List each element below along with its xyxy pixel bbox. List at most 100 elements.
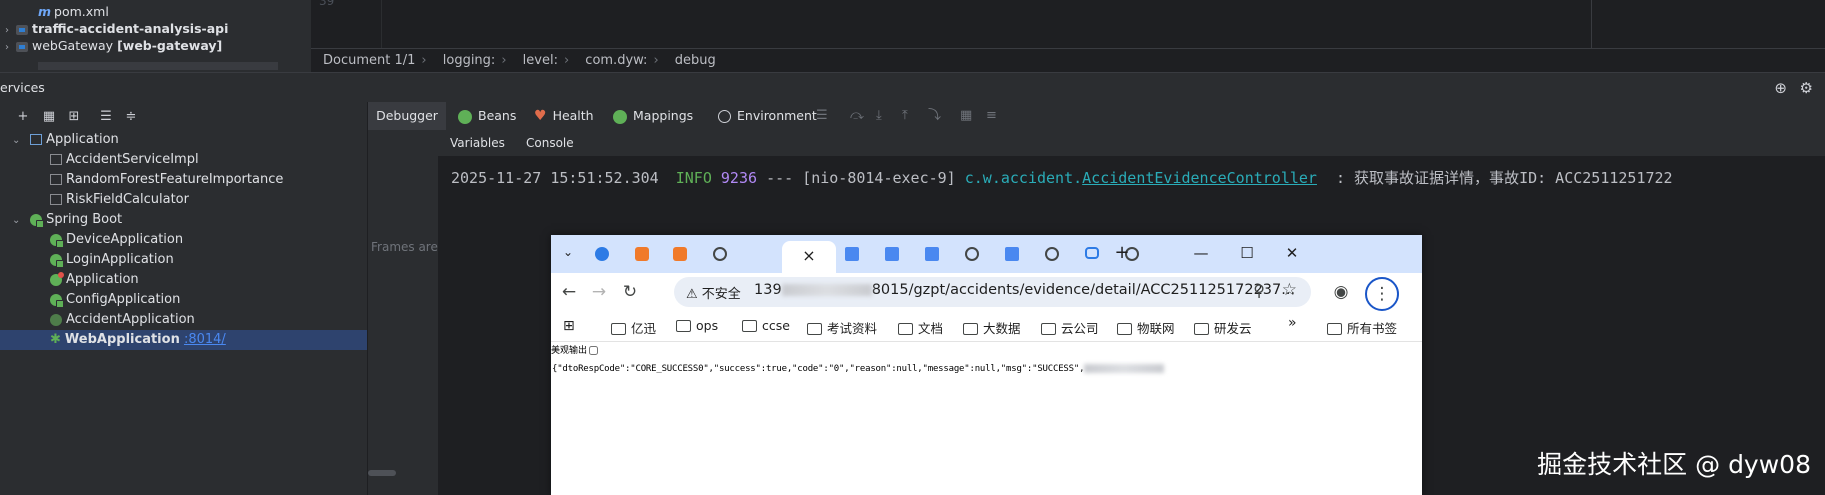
step-over-icon[interactable]: ⤼	[850, 102, 864, 130]
menu-kebab-icon[interactable]: ⋮	[1365, 277, 1399, 311]
tree-item-risk-field[interactable]: RiskFieldCalculator	[0, 190, 417, 210]
tab-debugger[interactable]: Debugger	[368, 102, 446, 132]
breadcrumb-item[interactable]: debug	[675, 53, 716, 68]
browser-tab[interactable]	[921, 243, 945, 265]
folder-icon	[1194, 322, 1209, 335]
minimize-button[interactable]: —	[1186, 241, 1216, 265]
reload-button[interactable]: ↻	[619, 281, 641, 303]
spring-boot-icon	[50, 293, 64, 308]
tab-mappings[interactable]: Mappings	[613, 102, 693, 130]
browser-tab[interactable]	[709, 243, 733, 265]
more-bookmarks-button[interactable]: »	[1288, 315, 1297, 331]
bookmark-folder[interactable]: ccse	[742, 318, 790, 333]
tree-item-web-app-selected[interactable]: ✱ WebApplication :8014/	[0, 330, 367, 350]
controller-class-link[interactable]: AccidentEvidenceController	[1082, 169, 1317, 187]
folder-icon	[1327, 322, 1342, 335]
back-button[interactable]: ←	[558, 281, 580, 303]
breadcrumb-item[interactable]: logging:	[443, 53, 496, 68]
maximize-button[interactable]: ☐	[1232, 241, 1262, 265]
active-browser-tab[interactable]: ×	[782, 241, 836, 273]
tab-variables[interactable]: Variables	[450, 130, 505, 156]
tab-environment[interactable]: Environment	[718, 102, 817, 130]
pretty-print-checkbox[interactable]	[589, 346, 599, 355]
step-into-alt-icon[interactable]: ⤵	[928, 102, 941, 130]
bookmark-folder[interactable]: 云公司	[1041, 318, 1099, 337]
address-bar[interactable]: ⚠ 不安全 139 8015/gzpt/accidents/evidence/de…	[674, 277, 1311, 307]
profile-icon[interactable]: ◉	[1330, 281, 1352, 303]
expand-all-icon[interactable]: ☰	[98, 109, 114, 125]
tree-item-accident-app[interactable]: AccidentApplication	[0, 310, 417, 330]
browser-tab[interactable]	[669, 243, 693, 265]
new-group-icon[interactable]: ⊞	[66, 109, 82, 125]
close-tab-icon[interactable]: ×	[802, 246, 815, 265]
all-bookmarks-folder[interactable]: 所有书签	[1327, 318, 1397, 337]
breadcrumb-document[interactable]: Document 1/1	[323, 53, 415, 68]
folder-icon	[1117, 322, 1132, 335]
browser-tab[interactable]	[1041, 243, 1065, 265]
bookmark-folder[interactable]: 考试资料	[807, 318, 877, 337]
bookmark-folder[interactable]: 大数据	[963, 318, 1021, 337]
close-window-button[interactable]: ✕	[1277, 241, 1307, 265]
spring-boot-icon	[50, 233, 64, 248]
class-icon	[50, 194, 62, 205]
chevron-down-icon[interactable]: ⌄	[12, 211, 26, 231]
bookmark-folder[interactable]: 亿迅	[611, 318, 656, 337]
tree-group-spring-boot[interactable]: ⌄ Spring Boot	[0, 210, 367, 230]
settings-globe-icon[interactable]: ⊕	[1774, 73, 1787, 103]
browser-tab[interactable]	[1001, 243, 1025, 265]
browser-tab[interactable]	[591, 243, 615, 265]
tree-group-application[interactable]: ⌄ Application	[0, 130, 367, 150]
globe-icon	[713, 247, 727, 261]
watermark: 掘金技术社区 @ dyw08	[1537, 450, 1811, 479]
tab-health[interactable]: ♥ Health	[534, 102, 594, 130]
browser-tab[interactable]	[1081, 243, 1105, 265]
tree-item-device-app[interactable]: DeviceApplication	[0, 230, 417, 250]
folder-icon	[611, 322, 626, 335]
bookmark-folder[interactable]: 物联网	[1117, 318, 1175, 337]
browser-tab[interactable]	[631, 243, 655, 265]
settings-lines-icon[interactable]: ≡	[986, 102, 997, 130]
tree-item-config-app[interactable]: ConfigApplication	[0, 290, 417, 310]
editor-area[interactable]	[382, 0, 1825, 48]
folder-icon	[807, 322, 822, 335]
evaluate-icon[interactable]: ▦	[960, 102, 972, 130]
breadcrumb-item[interactable]: com.dyw:	[585, 53, 647, 68]
tree-item-login-app[interactable]: LoginApplication	[0, 250, 417, 270]
tab-beans[interactable]: Beans	[458, 102, 516, 130]
tab-search-button[interactable]: ⌄	[559, 243, 583, 265]
new-tab-button[interactable]: +	[1107, 241, 1137, 265]
chevron-down-icon[interactable]: ⌄	[12, 131, 26, 151]
group-by-icon[interactable]: ▦	[41, 109, 57, 125]
chevron-right-icon[interactable]: ›	[0, 38, 14, 58]
tree-item-accident-service[interactable]: AccidentServiceImpl	[0, 150, 417, 170]
step-into-icon[interactable]: ⤓	[876, 102, 882, 130]
bookmark-folder[interactable]: 文档	[898, 318, 943, 337]
apps-grid-icon[interactable]: ⊞	[563, 318, 575, 334]
bookmark-folder[interactable]: ops	[676, 318, 718, 333]
folder-icon	[963, 322, 978, 335]
gear-icon[interactable]: ⚙	[1800, 73, 1813, 103]
list-icon[interactable]: ☰	[816, 102, 828, 130]
port-link[interactable]: :8014/	[184, 332, 226, 347]
add-service-icon[interactable]: +	[15, 109, 31, 125]
debugger-subtabs: Variables Console	[438, 130, 1825, 158]
tree-item-application[interactable]: Application	[0, 270, 417, 290]
tree-item-webgateway[interactable]: › webGateway [web-gateway]	[0, 36, 222, 56]
breadcrumb-item[interactable]: level:	[523, 53, 558, 68]
redacted-ip	[781, 284, 872, 296]
forward-button[interactable]: →	[588, 281, 610, 303]
heart-icon: ♥	[534, 108, 547, 124]
favicon-icon	[885, 247, 899, 261]
step-out-icon[interactable]: ⤒	[902, 102, 908, 130]
browser-tab[interactable]	[841, 243, 865, 265]
security-indicator[interactable]: ⚠ 不安全	[686, 283, 741, 302]
tree-item-random-forest[interactable]: RandomForestFeatureImportance	[0, 170, 417, 190]
bookmark-star-icon[interactable]: ☆	[1282, 280, 1297, 300]
browser-tab[interactable]	[881, 243, 905, 265]
frames-scrollbar[interactable]	[368, 470, 396, 476]
zoom-icon[interactable]: ⚲	[1253, 281, 1265, 300]
browser-tab[interactable]	[961, 243, 985, 265]
tab-console[interactable]: Console	[522, 130, 578, 158]
collapse-all-icon[interactable]: ≑	[123, 109, 139, 125]
bookmark-folder[interactable]: 研发云	[1194, 318, 1252, 337]
